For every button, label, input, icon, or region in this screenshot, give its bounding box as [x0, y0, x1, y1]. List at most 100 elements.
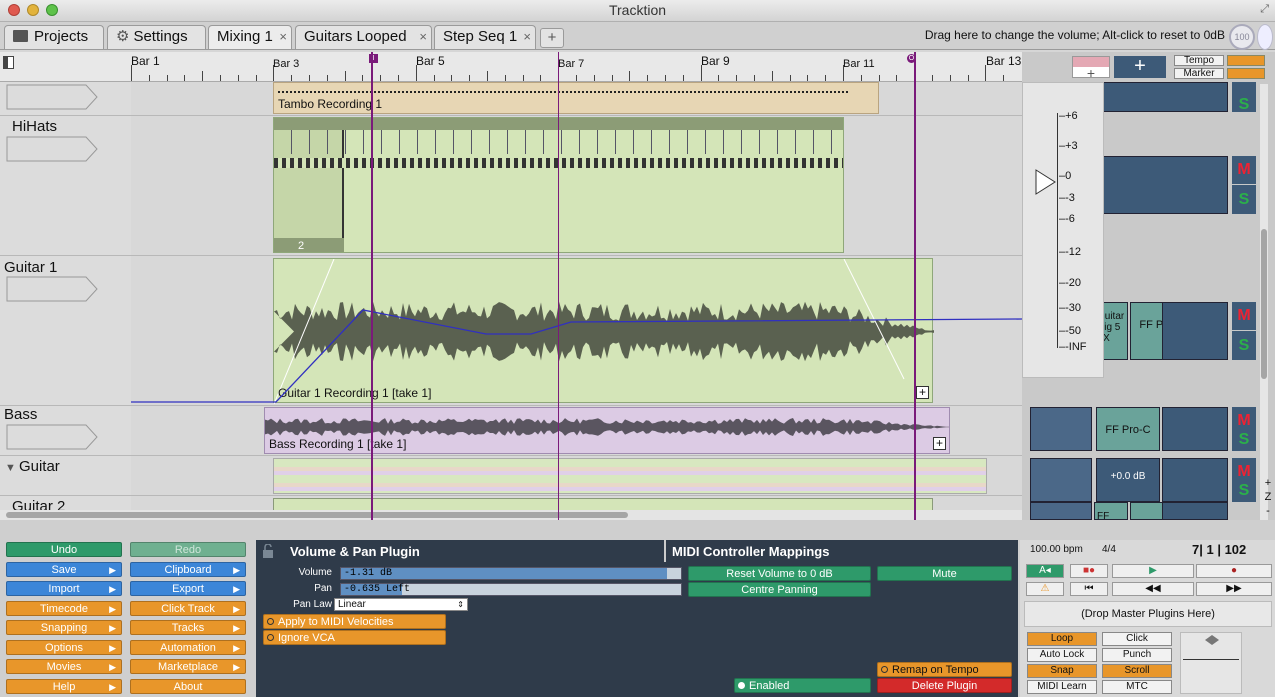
reset-volume-button[interactable]: Reset Volume to 0 dB	[688, 566, 871, 581]
tab-guitars-looped[interactable]: Guitars Looped ×	[295, 25, 432, 49]
loop-out-marker[interactable]	[914, 52, 916, 520]
mute-button[interactable]: Mute	[877, 566, 1012, 581]
click-track-button[interactable]: Click Track ▶	[130, 600, 246, 616]
track-input-button[interactable]	[6, 136, 98, 162]
volume-fader-handle[interactable]	[1035, 169, 1057, 195]
record-arm-button[interactable]: A◂	[1026, 564, 1064, 578]
track-volume-plugin[interactable]	[1030, 458, 1092, 502]
midi-learn-button[interactable]: MIDI Learn	[1027, 680, 1097, 694]
plugin-slot[interactable]	[1162, 407, 1228, 451]
track-input-button[interactable]	[6, 424, 98, 450]
close-tab-icon[interactable]: ×	[419, 26, 427, 48]
zoom-window-button[interactable]	[46, 4, 58, 16]
add-plugin-button[interactable]: +	[1114, 56, 1166, 78]
pan-handle[interactable]	[1205, 635, 1219, 645]
time-signature[interactable]: 4/4	[1102, 544, 1116, 555]
snapping-button[interactable]: Snapping ▶	[6, 620, 122, 635]
timecode-button[interactable]: Timecode ▶	[6, 600, 122, 616]
master-plugins-drop-zone[interactable]: (Drop Master Plugins Here)	[1024, 601, 1272, 627]
plugin-slot[interactable]	[1162, 458, 1228, 502]
close-tab-icon[interactable]: ×	[279, 26, 287, 48]
loop-in-handle[interactable]: I	[369, 54, 378, 63]
delete-plugin-button[interactable]: Delete Plugin	[877, 678, 1012, 693]
close-tab-icon[interactable]: ×	[523, 26, 531, 48]
track-header[interactable]	[0, 82, 131, 116]
snap-button[interactable]: Snap	[1027, 664, 1097, 678]
about-button[interactable]: About	[130, 678, 246, 694]
scroll-button[interactable]: Scroll	[1102, 664, 1172, 678]
redo-button[interactable]: Redo	[130, 542, 246, 557]
options-button[interactable]: Options ▶	[6, 639, 122, 655]
volume-meter-popup[interactable]: –+6 –+3 –0 –-3 –-6 –-12 –-20 –-30 –-50 –-INF	[1022, 82, 1104, 378]
tab-step-seq-1[interactable]: Step Seq 1 ×	[434, 25, 536, 49]
pan-slider[interactable]: -0.635 Left	[340, 583, 682, 596]
tempo-display[interactable]: 100.00 bpm	[1030, 544, 1083, 555]
punch-button[interactable]: Punch	[1102, 648, 1172, 662]
solo-track-button[interactable]: S	[1232, 331, 1256, 360]
audio-clip[interactable]: Tambo Recording 1	[273, 82, 879, 114]
plugin-slot[interactable]	[1162, 302, 1228, 360]
marker-button[interactable]: Marker	[1174, 68, 1224, 79]
import-button[interactable]: Import ▶	[6, 581, 122, 596]
automation-curve[interactable]	[131, 256, 1022, 406]
tempo-button[interactable]: Tempo	[1174, 55, 1224, 66]
movies-button[interactable]: Movies ▶	[6, 659, 122, 674]
loop-in-marker[interactable]	[371, 52, 373, 520]
auto-lock-button[interactable]: Auto Lock	[1027, 648, 1097, 662]
plugin-slot[interactable]: FF Pro-C	[1096, 407, 1160, 451]
playhead[interactable]	[558, 52, 559, 520]
plugin-slot[interactable]: FF Pro-C	[1094, 502, 1128, 520]
clipboard-button[interactable]: Clipboard ▶	[130, 561, 246, 577]
master-fader[interactable]	[1180, 632, 1242, 694]
scrollbar-thumb[interactable]	[1261, 229, 1267, 379]
export-button[interactable]: Export ▶	[130, 581, 246, 596]
track-volume-plugin[interactable]	[1030, 502, 1092, 520]
volume-slider[interactable]: -1.31 dB	[340, 567, 682, 580]
fast-forward-button[interactable]: ▶▶	[1196, 582, 1272, 596]
tracks-button[interactable]: Tracks ▶	[130, 620, 246, 635]
save-button[interactable]: Save ▶	[6, 561, 122, 577]
add-take-button[interactable]: +	[933, 437, 946, 450]
mixer-strip[interactable]: FF Pro-C M S	[1030, 407, 1256, 451]
solo-track-button[interactable]: S	[1232, 480, 1256, 502]
expand-arrow-icon[interactable]: ▼	[5, 462, 19, 474]
minimize-window-button[interactable]	[27, 4, 39, 16]
mtc-button[interactable]: MTC	[1102, 680, 1172, 694]
master-volume-knob[interactable]: 100	[1229, 24, 1255, 50]
volume-readout[interactable]: +0.0 dB	[1096, 458, 1160, 502]
mute-track-button[interactable]: M	[1232, 302, 1256, 330]
undo-button[interactable]: Undo	[6, 542, 122, 557]
track-header[interactable]: Guitar 1	[0, 256, 131, 406]
timeline-ruler[interactable]: Bar 1 Bar 3 Bar 5 Bar 7 Bar 9 Bar 11 Bar…	[0, 52, 1022, 82]
plugin-slot[interactable]	[1094, 82, 1228, 112]
record-button[interactable]: ●	[1196, 564, 1272, 578]
automation-button[interactable]: Automation ▶	[130, 639, 246, 655]
solo-track-button[interactable]: S	[1232, 429, 1256, 451]
rewind-button[interactable]: ◀◀	[1112, 582, 1194, 596]
view-toggle-button[interactable]	[1227, 68, 1265, 79]
enabled-toggle[interactable]: Enabled	[734, 678, 871, 693]
track-input-button[interactable]	[6, 84, 98, 110]
view-toggle-button[interactable]	[1227, 55, 1265, 66]
loop-out-handle[interactable]: O	[907, 54, 916, 63]
plugin-slot[interactable]	[1094, 156, 1228, 214]
solo-track-button[interactable]: S	[1232, 97, 1256, 113]
marketplace-button[interactable]: Marketplace ▶	[130, 659, 246, 674]
audio-clip[interactable]: Bass Recording 1 [take 1] +	[264, 407, 950, 454]
loop-button[interactable]: Loop	[1027, 632, 1097, 646]
ignore-vca-toggle[interactable]: Ignore VCA	[263, 630, 446, 645]
track-volume-plugin[interactable]	[1030, 407, 1092, 451]
play-button[interactable]: ▶	[1112, 564, 1194, 578]
plugin-slot[interactable]	[1162, 502, 1228, 520]
pan-law-select[interactable]: Linear ⇕	[334, 598, 468, 611]
apply-midi-velocities-toggle[interactable]: Apply to MIDI Velocities	[263, 614, 446, 629]
track-input-button[interactable]	[6, 276, 98, 302]
mixer-strip[interactable]: FF Pro-CGuitar Rig 5	[1030, 502, 1256, 531]
mute-track-button[interactable]: M	[1232, 156, 1256, 184]
warning-icon[interactable]: ⚠	[1026, 582, 1064, 596]
scrollbar-thumb[interactable]	[6, 512, 628, 518]
folder-track-header[interactable]: ▼ Guitar	[0, 456, 131, 496]
solo-track-button[interactable]: S	[1232, 185, 1256, 214]
add-track-button[interactable]: +	[1072, 56, 1110, 81]
toggle-panel-icon[interactable]	[3, 56, 14, 69]
